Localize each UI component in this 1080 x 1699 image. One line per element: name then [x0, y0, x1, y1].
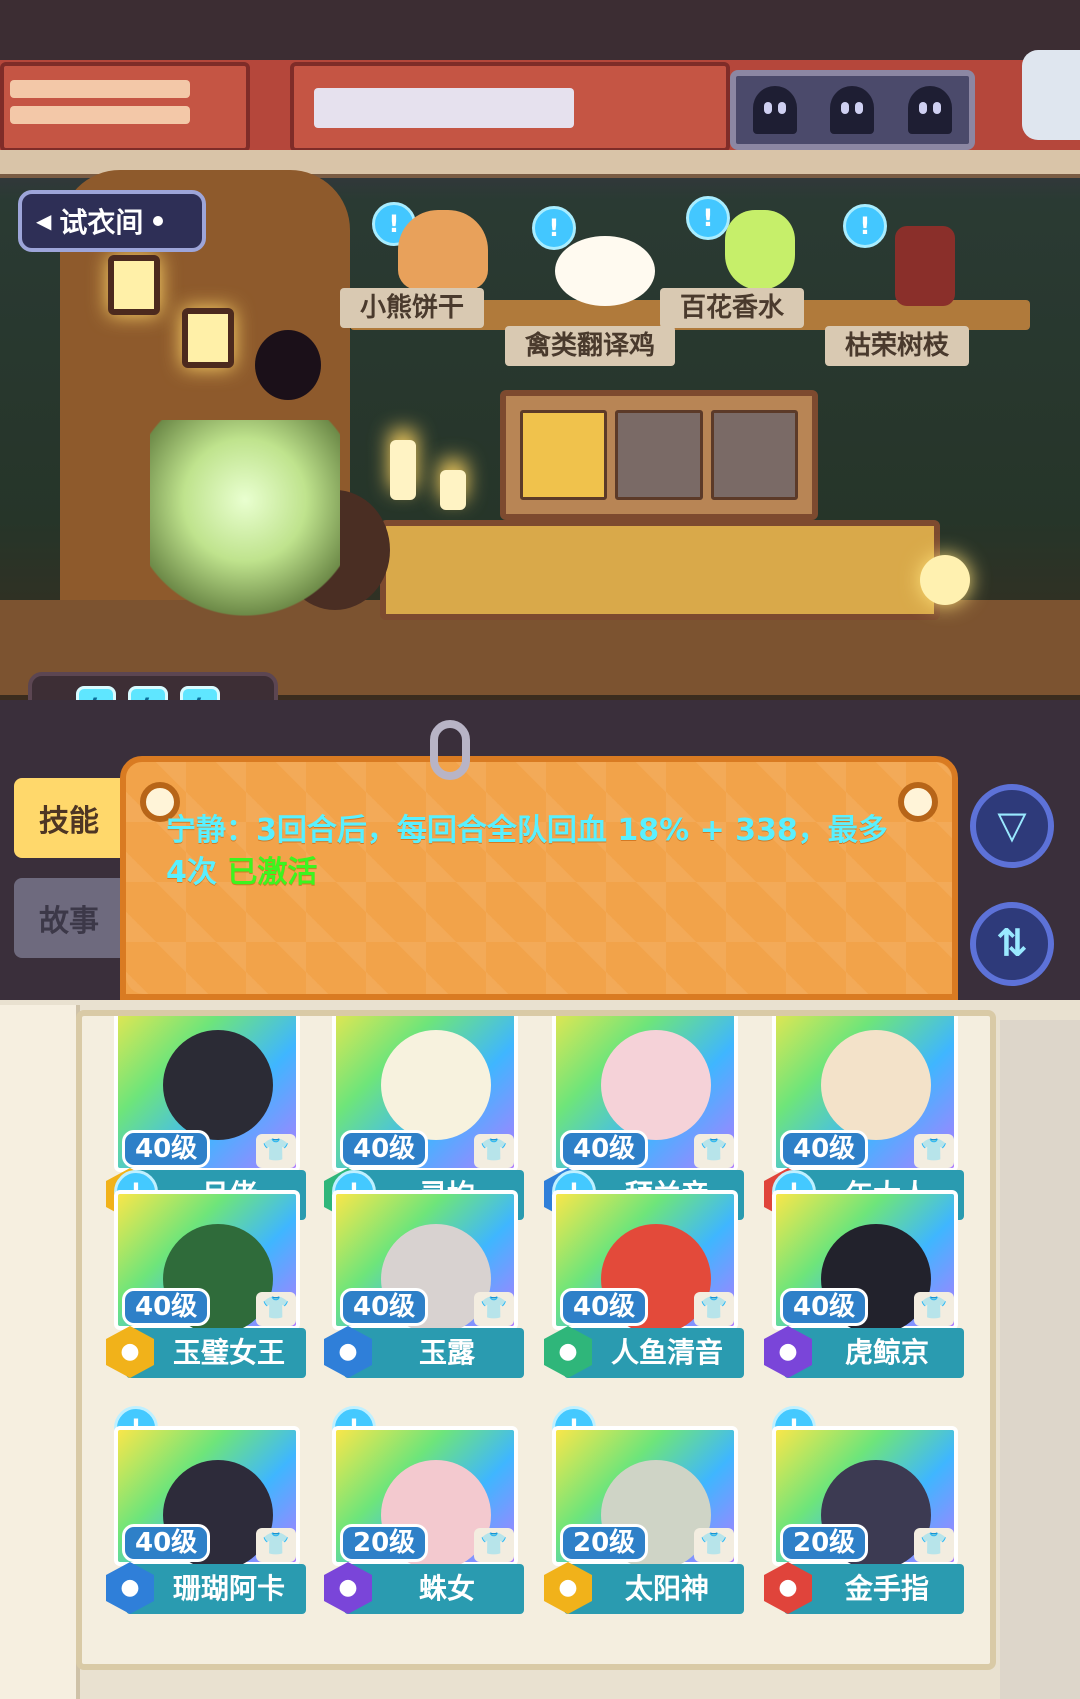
- dot-icon: [153, 216, 164, 226]
- flower-perfume-icon[interactable]: [725, 210, 795, 290]
- tab-story[interactable]: 故事: [14, 878, 124, 958]
- shop-scene: ◀ 试衣间 ! ! ! ! 小熊饼干 禽类翻译鸡 百花香水 枯荣树枝: [0, 0, 1080, 720]
- skill-description: 宁静：3回合后，每回合全队回血 18% + 338，最多4次 已激活: [166, 810, 906, 894]
- alert-bubble-icon[interactable]: !: [686, 196, 730, 240]
- character-avatar[interactable]: [150, 420, 340, 620]
- book-page: [1000, 1020, 1080, 1699]
- character-card[interactable]: ! 20级 👕 太阳神 ●: [534, 1406, 744, 1616]
- fitting-room-label: 试衣间: [59, 206, 144, 239]
- level-badge: 20级: [340, 1524, 429, 1562]
- ceiling-panel: [0, 62, 250, 152]
- book-page: [0, 1005, 80, 1699]
- outfit-icon[interactable]: 👕: [694, 1292, 734, 1326]
- outfit-icon[interactable]: 👕: [474, 1528, 514, 1562]
- ghost-icon: [752, 86, 797, 134]
- translator-chicken-icon[interactable]: [555, 236, 655, 306]
- candle-icon: [390, 440, 416, 500]
- ghost-icon: [908, 86, 953, 134]
- filter-icon: ▽: [997, 803, 1027, 847]
- filter-button[interactable]: ▽: [970, 784, 1054, 868]
- candle-icon: [440, 470, 466, 510]
- outfit-icon[interactable]: 👕: [694, 1134, 734, 1168]
- outfit-icon[interactable]: 👕: [914, 1528, 954, 1562]
- level-badge: 40级: [122, 1524, 211, 1562]
- item-label[interactable]: 枯荣树枝: [825, 326, 970, 366]
- tab-skill[interactable]: 技能: [14, 778, 124, 858]
- level-badge: 20级: [560, 1524, 649, 1562]
- outfit-icon[interactable]: 👕: [474, 1292, 514, 1326]
- sort-button[interactable]: ⇅: [970, 902, 1054, 986]
- character-card[interactable]: ! 20级 👕 蛛女 ●: [314, 1406, 524, 1616]
- character-card[interactable]: ! 40级 👕 虎鲸京 ●: [754, 1170, 964, 1380]
- showcase-slot[interactable]: [615, 410, 703, 500]
- level-badge: 40级: [340, 1288, 429, 1326]
- level-badge: 40级: [122, 1130, 211, 1168]
- skill-status: 已激活: [227, 855, 318, 890]
- outfit-icon[interactable]: 👕: [256, 1528, 296, 1562]
- outfit-icon[interactable]: 👕: [256, 1134, 296, 1168]
- ghost-display: [730, 70, 975, 150]
- level-badge: 40级: [780, 1130, 869, 1168]
- alert-bubble-icon[interactable]: !: [532, 206, 576, 250]
- item-label[interactable]: 百花香水: [660, 288, 805, 328]
- character-card[interactable]: ! 40级 👕 人鱼清音 ●: [534, 1170, 744, 1380]
- character-grid: 40级 👕 月佬 ● 40级 👕 灵均 ● 40级 👕 拜兰帝 ● 40级 👕 …: [76, 1010, 996, 1670]
- level-badge: 40级: [780, 1288, 869, 1326]
- sort-icon: ⇅: [996, 921, 1028, 965]
- level-badge: 40级: [122, 1288, 211, 1326]
- tree-hole: [255, 330, 321, 400]
- glowing-orb-icon: [920, 555, 970, 605]
- level-badge: 40级: [560, 1288, 649, 1326]
- lantern-icon: [182, 308, 234, 368]
- outfit-icon[interactable]: 👕: [256, 1292, 296, 1326]
- withered-branch-icon[interactable]: [895, 226, 955, 306]
- lantern-icon: [108, 255, 160, 315]
- item-label[interactable]: 小熊饼干: [340, 288, 485, 328]
- teddy-bear-cookie-icon[interactable]: [398, 210, 488, 290]
- outfit-icon[interactable]: 👕: [914, 1134, 954, 1168]
- showcase-slot[interactable]: [710, 410, 798, 500]
- counter: [380, 520, 940, 620]
- fitting-room-button[interactable]: ◀ 试衣间: [18, 190, 206, 252]
- outfit-icon[interactable]: 👕: [914, 1292, 954, 1326]
- level-badge: 20级: [780, 1524, 869, 1562]
- outfit-icon[interactable]: 👕: [474, 1134, 514, 1168]
- item-label[interactable]: 禽类翻译鸡: [505, 326, 676, 366]
- share-button[interactable]: [1022, 50, 1080, 140]
- level-badge: 40级: [340, 1130, 429, 1168]
- alert-bubble-icon[interactable]: !: [843, 204, 887, 248]
- back-arrow-icon: ◀: [36, 209, 52, 233]
- ghost-icon: [830, 86, 875, 134]
- outfit-icon[interactable]: 👕: [694, 1528, 734, 1562]
- character-card[interactable]: ! 40级 👕 珊瑚阿卡 ●: [96, 1406, 306, 1616]
- character-card[interactable]: ! 20级 👕 金手指 ●: [754, 1406, 964, 1616]
- character-card[interactable]: ! 40级 👕 玉璧女王 ●: [96, 1170, 306, 1380]
- showcase-slot[interactable]: [520, 410, 608, 500]
- ceiling-panel: [290, 62, 730, 152]
- paper-clip-icon: [430, 720, 470, 780]
- showcase-cabinet[interactable]: [500, 390, 818, 520]
- level-badge: 40级: [560, 1130, 649, 1168]
- character-card[interactable]: ! 40级 👕 玉露 ●: [314, 1170, 524, 1380]
